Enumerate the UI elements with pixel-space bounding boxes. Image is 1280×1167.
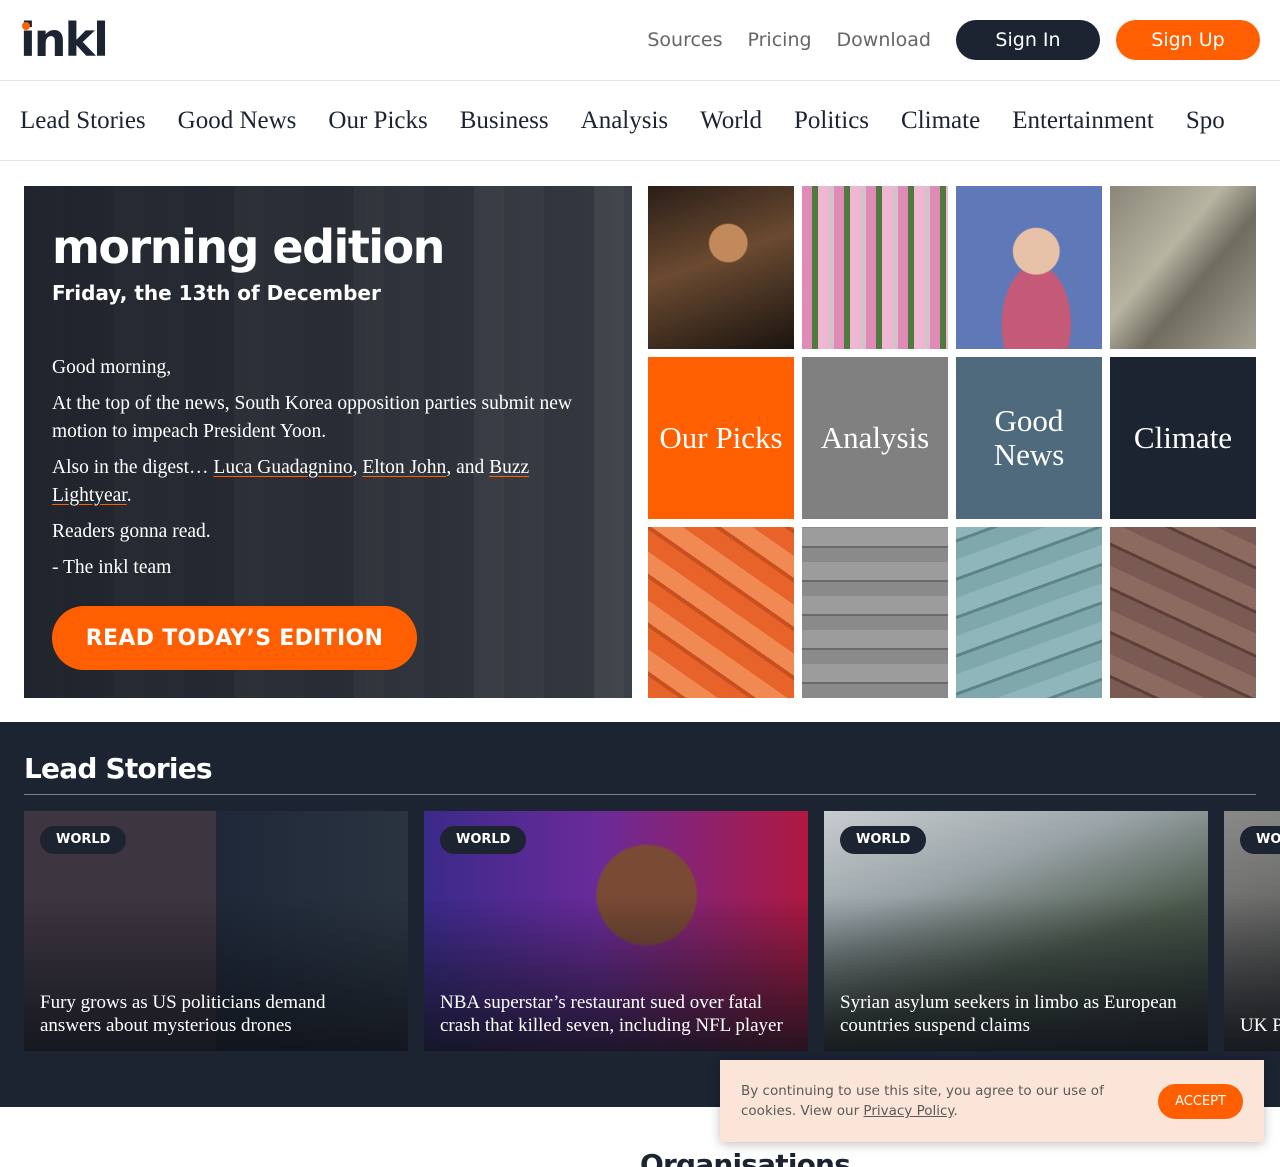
- river-delta-photo[interactable]: [1110, 186, 1256, 349]
- story-headline[interactable]: NBA superstar’s restaurant sued over fat…: [440, 991, 790, 1037]
- lead-stories-heading: Lead Stories: [24, 752, 213, 785]
- story-card[interactable]: WORLD Syrian asylum seekers in limbo as …: [824, 811, 1208, 1051]
- tile-our-picks[interactable]: Our Picks: [648, 357, 794, 519]
- logo-dot-icon: [22, 22, 30, 30]
- digest-line: Also in the digest… Luca Guadagnino, Elt…: [52, 457, 530, 506]
- category-climate[interactable]: Climate: [901, 105, 980, 137]
- site-header: inkl Sources Pricing Download Sign In Si…: [0, 0, 1280, 81]
- story-headline[interactable]: UK Pu: [1240, 1014, 1280, 1037]
- category-analysis[interactable]: Analysis: [581, 105, 669, 137]
- newspaper-collage-brown: [1110, 527, 1256, 698]
- newspaper-collage-teal: [956, 527, 1102, 698]
- category-sport[interactable]: Spo: [1186, 105, 1225, 137]
- sign-in-button[interactable]: Sign In: [956, 20, 1100, 60]
- digest-link-elton-john[interactable]: Elton John: [362, 457, 446, 478]
- nav-pricing-link[interactable]: Pricing: [748, 29, 812, 51]
- category-badge: WORLD: [840, 826, 927, 854]
- category-badge: WORLD: [40, 826, 127, 854]
- top-news-text: At the top of the news, South Korea oppo…: [52, 393, 572, 442]
- greeting-text: Good morning,: [52, 357, 172, 378]
- guitarist-photo[interactable]: [648, 186, 794, 349]
- story-card[interactable]: WORLD Fury grows as US politicians deman…: [24, 811, 408, 1051]
- sign-up-button[interactable]: Sign Up: [1116, 20, 1260, 60]
- flower-wreaths-photo[interactable]: [802, 186, 948, 349]
- story-headline[interactable]: Syrian asylum seekers in limbo as Europe…: [840, 991, 1190, 1037]
- edition-date: Friday, the 13th of December: [52, 281, 381, 305]
- tile-good-news[interactable]: Good News: [956, 357, 1102, 519]
- category-our-picks[interactable]: Our Picks: [328, 105, 427, 137]
- cookie-banner: By continuing to use this site, you agre…: [720, 1060, 1264, 1142]
- nav-download-link[interactable]: Download: [837, 29, 931, 51]
- privacy-policy-link[interactable]: Privacy Policy: [863, 1103, 953, 1119]
- category-entertainment[interactable]: Entertainment: [1012, 105, 1154, 137]
- morning-edition-panel: morning edition Friday, the 13th of Dece…: [24, 186, 632, 698]
- category-business[interactable]: Business: [460, 105, 549, 137]
- read-todays-edition-button[interactable]: READ TODAY’S EDITION: [52, 606, 417, 670]
- edition-intro: Good morning, At the top of the news, So…: [52, 354, 612, 590]
- newspaper-collage-gray: [802, 527, 948, 698]
- accept-cookies-button[interactable]: ACCEPT: [1158, 1084, 1243, 1119]
- story-card[interactable]: WORLD UK Pu: [1224, 811, 1280, 1051]
- tile-climate[interactable]: Climate: [1110, 357, 1256, 519]
- signoff-text: - The inkl team: [52, 557, 172, 578]
- category-lead-stories[interactable]: Lead Stories: [20, 105, 146, 137]
- nav-sources-link[interactable]: Sources: [647, 29, 722, 51]
- edition-title: morning edition: [52, 220, 445, 274]
- cookie-notice-text: By continuing to use this site, you agre…: [741, 1083, 1104, 1119]
- category-badge: WORLD: [1240, 826, 1280, 854]
- inkl-logo[interactable]: inkl: [20, 14, 109, 66]
- story-card[interactable]: WORLD NBA superstar’s restaurant sued ov…: [424, 811, 808, 1051]
- digest-link-guadagnino[interactable]: Luca Guadagnino: [213, 457, 352, 478]
- lead-stories-section: Lead Stories WORLD Fury grows as US poli…: [0, 722, 1280, 1107]
- story-headline[interactable]: Fury grows as US politicians demand answ…: [40, 991, 390, 1037]
- tile-analysis[interactable]: Analysis: [802, 357, 948, 519]
- category-world[interactable]: World: [700, 105, 762, 137]
- section-divider: [24, 794, 1256, 795]
- singer-photo[interactable]: [956, 186, 1102, 349]
- newspaper-collage-orange: [648, 527, 794, 698]
- category-nav: Lead Stories Good News Our Picks Busines…: [0, 81, 1280, 161]
- category-badge: WORLD: [440, 826, 527, 854]
- tagline-text: Readers gonna read.: [52, 521, 211, 542]
- category-good-news[interactable]: Good News: [178, 105, 297, 137]
- category-politics[interactable]: Politics: [794, 105, 869, 137]
- organisations-heading: Organisations: [640, 1148, 851, 1167]
- top-nav: Sources Pricing Download Sign In Sign Up: [647, 20, 1260, 60]
